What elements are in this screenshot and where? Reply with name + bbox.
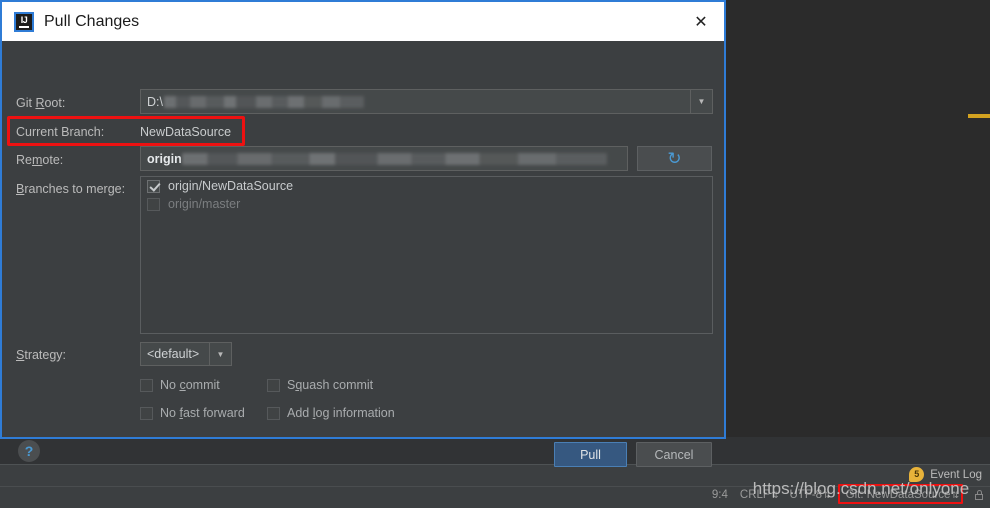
dialog-title-bar: IJ Pull Changes ✕ xyxy=(2,2,724,41)
option-squash-commit[interactable]: Squash commit xyxy=(267,378,373,392)
strategy-value: <default> xyxy=(147,347,200,361)
option-no-commit[interactable]: No commit xyxy=(140,378,220,392)
add-log-information-checkbox[interactable] xyxy=(267,406,280,420)
strategy-combo[interactable]: <default> xyxy=(140,342,210,366)
option-label: No fast forward xyxy=(160,406,245,420)
option-add-log-information[interactable]: Add log information xyxy=(267,406,395,420)
remote-label: Remote: xyxy=(16,153,64,167)
tool-window-panel xyxy=(0,437,990,464)
git-root-dropdown-arrow-icon[interactable]: ▼ xyxy=(690,90,712,113)
help-icon[interactable]: ? xyxy=(18,440,40,462)
editor-gutter-marker xyxy=(968,114,990,118)
pull-changes-dialog: IJ Pull Changes ✕ Git Root: D:\ ▼ Curren… xyxy=(0,0,726,467)
strategy-dropdown-arrow-icon[interactable]: ▼ xyxy=(210,342,232,366)
branches-to-merge-label: Branches to merge: xyxy=(16,182,126,196)
intellij-idea-icon-bar xyxy=(19,25,29,28)
git-root-combo[interactable]: D:\ xyxy=(140,89,713,114)
refresh-remotes-button[interactable]: ↻ xyxy=(637,146,712,171)
dialog-body: Git Root: D:\ ▼ Current Branch: NewDataS… xyxy=(2,41,724,467)
list-item-label: origin/master xyxy=(168,197,241,211)
watermark-text: https://blog.csdn.net/onlyone xyxy=(752,479,970,498)
git-root-value: D:\ xyxy=(147,94,163,109)
remote-value: origin xyxy=(147,151,182,166)
squash-commit-checkbox[interactable] xyxy=(267,378,280,392)
cancel-button[interactable]: Cancel xyxy=(636,442,712,467)
dialog-title: Pull Changes xyxy=(44,12,140,30)
refresh-icon: ↻ xyxy=(667,149,682,168)
list-item[interactable]: origin/NewDataSource xyxy=(141,177,712,195)
caret-position[interactable]: 9:4 xyxy=(712,489,728,501)
branch-checkbox[interactable] xyxy=(147,197,160,211)
pull-button[interactable]: Pull xyxy=(554,442,627,467)
list-item-label: origin/NewDataSource xyxy=(168,179,294,193)
branch-checkbox[interactable] xyxy=(147,179,160,193)
option-label: Squash commit xyxy=(287,378,374,392)
git-root-label: Git Root: xyxy=(16,96,66,110)
close-icon[interactable]: ✕ xyxy=(678,2,724,41)
list-item[interactable]: origin/master xyxy=(141,195,712,213)
screen: 5 Event Log 9:4 CRLF ⇅ UTF-8 ⇅ Git: NewD… xyxy=(0,0,990,508)
git-root-value-redacted xyxy=(163,95,364,108)
current-branch-label: Current Branch: xyxy=(16,125,105,139)
option-label: Add log information xyxy=(287,406,395,420)
current-branch-value: NewDataSource xyxy=(140,125,232,139)
no-commit-checkbox[interactable] xyxy=(140,378,153,392)
branches-to-merge-list[interactable]: origin/NewDataSource origin/master xyxy=(140,176,713,334)
remote-value-redacted xyxy=(181,152,607,165)
option-label: No commit xyxy=(160,378,220,392)
intellij-idea-icon: IJ xyxy=(14,11,34,32)
remote-combo[interactable]: origin xyxy=(140,146,628,171)
option-no-fast-forward[interactable]: No fast forward xyxy=(140,406,245,420)
no-fast-forward-checkbox[interactable] xyxy=(140,406,153,420)
intellij-idea-icon-letters: IJ xyxy=(20,14,28,25)
strategy-label: Strategy: xyxy=(16,348,67,362)
